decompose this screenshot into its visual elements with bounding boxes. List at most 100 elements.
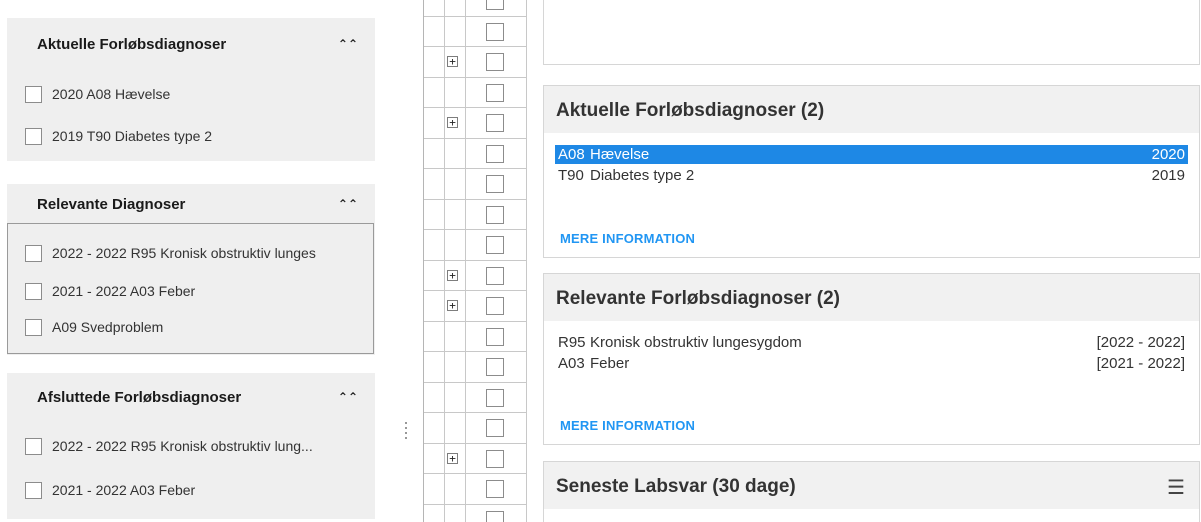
right-panel-aktuelle: Aktuelle Forløbsdiagnoser (2) A08 Hævels… (543, 85, 1200, 258)
list-item[interactable]: 2021 - 2022 A03 Feber (25, 481, 195, 499)
checkbox[interactable] (25, 318, 42, 336)
grid-row (424, 229, 527, 260)
grid-checkbox[interactable] (486, 266, 504, 285)
diagnosis-code: R95 (558, 334, 586, 351)
grid-checkbox[interactable] (486, 327, 504, 346)
more-information-link[interactable]: MERE INFORMATION (560, 231, 695, 246)
expand-plus-icon[interactable]: + (447, 117, 458, 128)
list-item[interactable]: 2022 - 2022 R95 Kronisk obstruktiv lunge… (25, 244, 370, 262)
grid-checkbox[interactable] (486, 83, 504, 102)
diagnosis-name: Kronisk obstruktiv lungesygdom (590, 334, 802, 351)
right-panel-empty (543, 0, 1200, 65)
grid-row (424, 0, 527, 16)
grid-row: + (424, 442, 527, 474)
left-panel-aktuelle: Aktuelle Forløbsdiagnoser ⌃⌃ 2020 A08 Hæ… (7, 18, 375, 161)
checkbox[interactable] (25, 244, 42, 262)
grid-checkbox[interactable] (486, 358, 504, 376)
right-panel-labsvar-title: Seneste Labsvar (30 dage) (556, 476, 796, 497)
right-panel-relevante-title: Relevante Forløbsdiagnoser (2) (556, 288, 841, 309)
list-item-label: 2019 T90 Diabetes type 2 (52, 128, 213, 144)
grid-row: + (424, 259, 527, 291)
grid-checkbox[interactable] (486, 480, 504, 498)
right-panel-labsvar: Seneste Labsvar (30 dage) ☰ (543, 461, 1200, 522)
diagnosis-row[interactable]: T90 Diabetes type 2 2019 (555, 166, 1188, 185)
list-item[interactable]: 2022 - 2022 R95 Kronisk obstruktiv lung.… (25, 437, 313, 455)
diagnosis-row[interactable]: A03 Feber [2021 - 2022] (555, 354, 1188, 373)
grid-row (424, 412, 527, 443)
list-item[interactable]: 2019 T90 Diabetes type 2 (25, 127, 212, 145)
expand-plus-icon[interactable]: + (447, 300, 458, 311)
diagnosis-code: A03 (558, 355, 585, 372)
grid-row: + (424, 290, 527, 321)
grid-row (424, 503, 527, 522)
grid-row (424, 168, 527, 199)
diagnosis-year: 2019 (1151, 167, 1185, 184)
diagnosis-code: T90 (558, 167, 584, 184)
diagnosis-name: Feber (590, 355, 630, 372)
grid-checkbox[interactable] (486, 449, 504, 468)
grid-checkbox[interactable] (486, 236, 504, 254)
left-panel-relevante-body: 2022 - 2022 R95 Kronisk obstruktiv lunge… (7, 223, 374, 354)
checkbox[interactable] (25, 85, 42, 103)
list-item-label: 2022 - 2022 R95 Kronisk obstruktiv lunge… (52, 245, 316, 261)
hamburger-icon[interactable]: ☰ (1167, 475, 1185, 500)
grid-checkbox[interactable] (486, 388, 504, 407)
grid-checkbox[interactable] (486, 297, 504, 315)
checkbox[interactable] (25, 127, 42, 145)
grid-row (424, 137, 527, 169)
list-item[interactable]: 2021 - 2022 A03 Feber (25, 282, 195, 300)
right-panel-relevante: Relevante Forløbsdiagnoser (2) R95 Kroni… (543, 273, 1200, 445)
left-panel-afsluttede-title: Afsluttede Forløbsdiagnoser (37, 389, 242, 406)
grid-checkbox[interactable] (486, 53, 504, 71)
list-item-label: A09 Svedproblem (52, 319, 164, 335)
expand-plus-icon[interactable]: + (447, 452, 458, 464)
checkbox[interactable] (25, 437, 42, 455)
list-item-label: 2022 - 2022 R95 Kronisk obstruktiv lung.… (52, 438, 313, 454)
expand-plus-icon[interactable]: + (447, 269, 458, 281)
collapse-chevron-icon[interactable]: ⌃⌃ (338, 37, 358, 51)
grid-checkbox[interactable] (486, 22, 504, 41)
grid-checkbox[interactable] (486, 144, 504, 163)
more-information-link[interactable]: MERE INFORMATION (560, 418, 695, 433)
list-item[interactable]: 2020 A08 Hævelse (25, 85, 170, 103)
diagnosis-row[interactable]: R95 Kronisk obstruktiv lungesygdom [2022… (555, 333, 1188, 352)
grid-row (424, 381, 527, 413)
grid-row: + (424, 107, 527, 138)
checkbox[interactable] (25, 282, 42, 300)
collapse-chevron-icon[interactable]: ⌃⌃ (338, 197, 358, 211)
grid-checkbox[interactable] (486, 175, 504, 193)
left-panel-relevante: Relevante Diagnoser ⌃⌃ 2022 - 2022 R95 K… (7, 184, 375, 355)
grid-checkbox[interactable] (486, 114, 504, 132)
grid-row (424, 76, 527, 108)
left-panel-aktuelle-title: Aktuelle Forløbsdiagnoser (37, 36, 227, 53)
right-panel-relevante-header: Relevante Forløbsdiagnoser (2) (544, 274, 1199, 321)
grid-checkbox[interactable] (486, 0, 504, 10)
grid-checkbox[interactable] (486, 419, 504, 437)
diagnosis-year: 2020 (1151, 146, 1185, 163)
grid-row: + (424, 46, 527, 77)
grid-row (424, 351, 527, 382)
right-panel-labsvar-header: Seneste Labsvar (30 dage) ☰ (544, 462, 1199, 509)
grid-checkbox[interactable] (486, 510, 504, 522)
diagnosis-code: A08 (558, 146, 585, 163)
list-item-label: 2020 A08 Hævelse (52, 86, 171, 102)
grid-checkbox[interactable] (486, 205, 504, 224)
right-panel-aktuelle-header: Aktuelle Forløbsdiagnoser (2) (544, 86, 1199, 133)
grid-row (424, 198, 527, 230)
checkbox[interactable] (25, 481, 42, 499)
splitter-handle-icon[interactable] (405, 422, 409, 442)
diagnosis-row-selected[interactable]: A08 Hævelse 2020 (555, 145, 1188, 164)
diagnosis-name: Hævelse (590, 146, 650, 163)
grid-row (424, 320, 527, 352)
list-item-label: 2021 - 2022 A03 Feber (52, 482, 196, 498)
list-item[interactable]: A09 Svedproblem (25, 318, 163, 336)
diagnosis-period: [2021 - 2022] (1096, 355, 1185, 372)
right-panel-aktuelle-title: Aktuelle Forløbsdiagnoser (2) (556, 100, 825, 121)
collapse-chevron-icon[interactable]: ⌃⌃ (338, 390, 358, 404)
expand-plus-icon[interactable]: + (447, 56, 458, 67)
diagnosis-period: [2022 - 2022] (1096, 334, 1185, 351)
left-panel-afsluttede: Afsluttede Forløbsdiagnoser ⌃⌃ 2022 - 20… (7, 373, 375, 519)
left-panel-relevante-title: Relevante Diagnoser (37, 196, 186, 213)
grid-row (424, 15, 527, 47)
diagnosis-name: Diabetes type 2 (590, 167, 695, 184)
